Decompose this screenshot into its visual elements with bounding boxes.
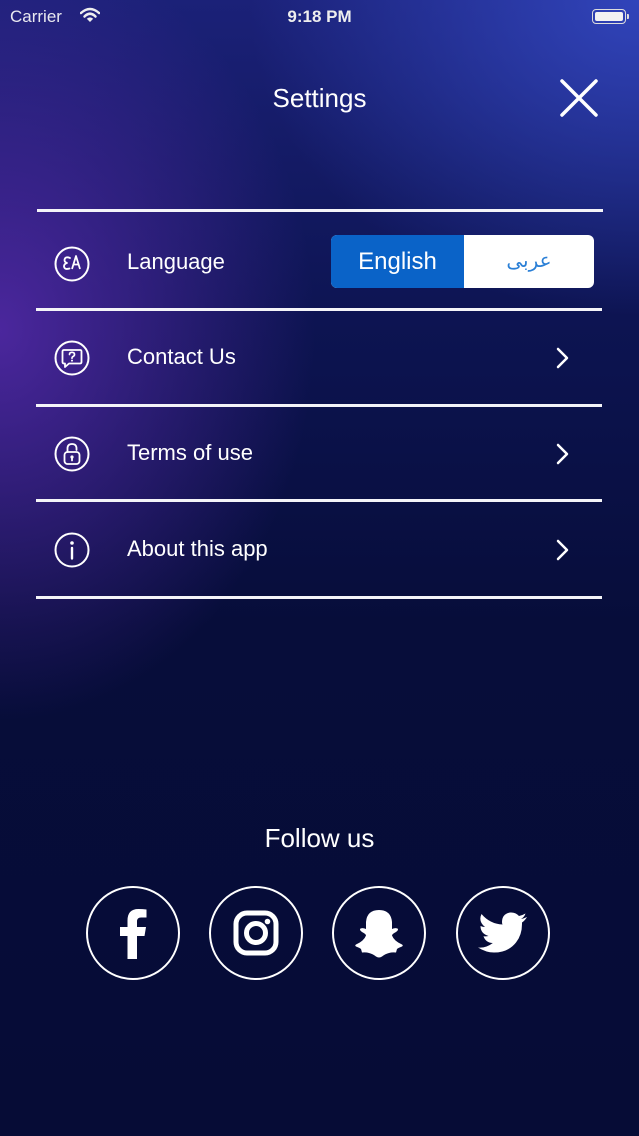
twitter-icon: [478, 912, 527, 953]
page-title: Settings: [272, 83, 367, 113]
info-icon: [54, 532, 90, 568]
language-label: Language: [127, 249, 225, 274]
close-icon: [560, 79, 598, 117]
snapchat-icon: [355, 910, 403, 958]
facebook-button[interactable]: [86, 886, 180, 980]
language-option-arabic[interactable]: عربى: [464, 235, 594, 288]
instagram-button[interactable]: [209, 886, 303, 980]
language-toggle[interactable]: English عربى: [331, 235, 594, 288]
about-this-app-label: About this app: [127, 536, 268, 561]
contact-us-row[interactable]: Contact Us: [36, 311, 602, 403]
chevron-right-icon: [556, 539, 569, 561]
lock-icon: [54, 436, 90, 472]
language-option-english[interactable]: English: [331, 235, 464, 288]
chevron-right-icon: [556, 443, 569, 465]
status-time: 9:18 PM: [287, 7, 352, 26]
battery-icon: [592, 9, 629, 24]
chevron-right-icon: [556, 347, 569, 369]
twitter-button[interactable]: [456, 886, 550, 980]
snapchat-button[interactable]: [332, 886, 426, 980]
close-button[interactable]: [557, 76, 601, 120]
contact-us-label: Contact Us: [127, 344, 236, 369]
about-this-app-row[interactable]: About this app: [36, 503, 602, 595]
question-bubble-icon: [54, 340, 90, 376]
language-icon: [54, 246, 90, 282]
divider: [36, 499, 602, 502]
divider: [36, 596, 602, 599]
divider: [37, 209, 603, 212]
facebook-icon: [120, 909, 147, 959]
status-bar: Carrier 9:18 PM: [0, 0, 639, 34]
instagram-icon: [233, 910, 279, 956]
terms-of-use-row[interactable]: Terms of use: [36, 407, 602, 499]
follow-us-title: Follow us: [264, 823, 375, 853]
terms-of-use-label: Terms of use: [127, 440, 253, 465]
